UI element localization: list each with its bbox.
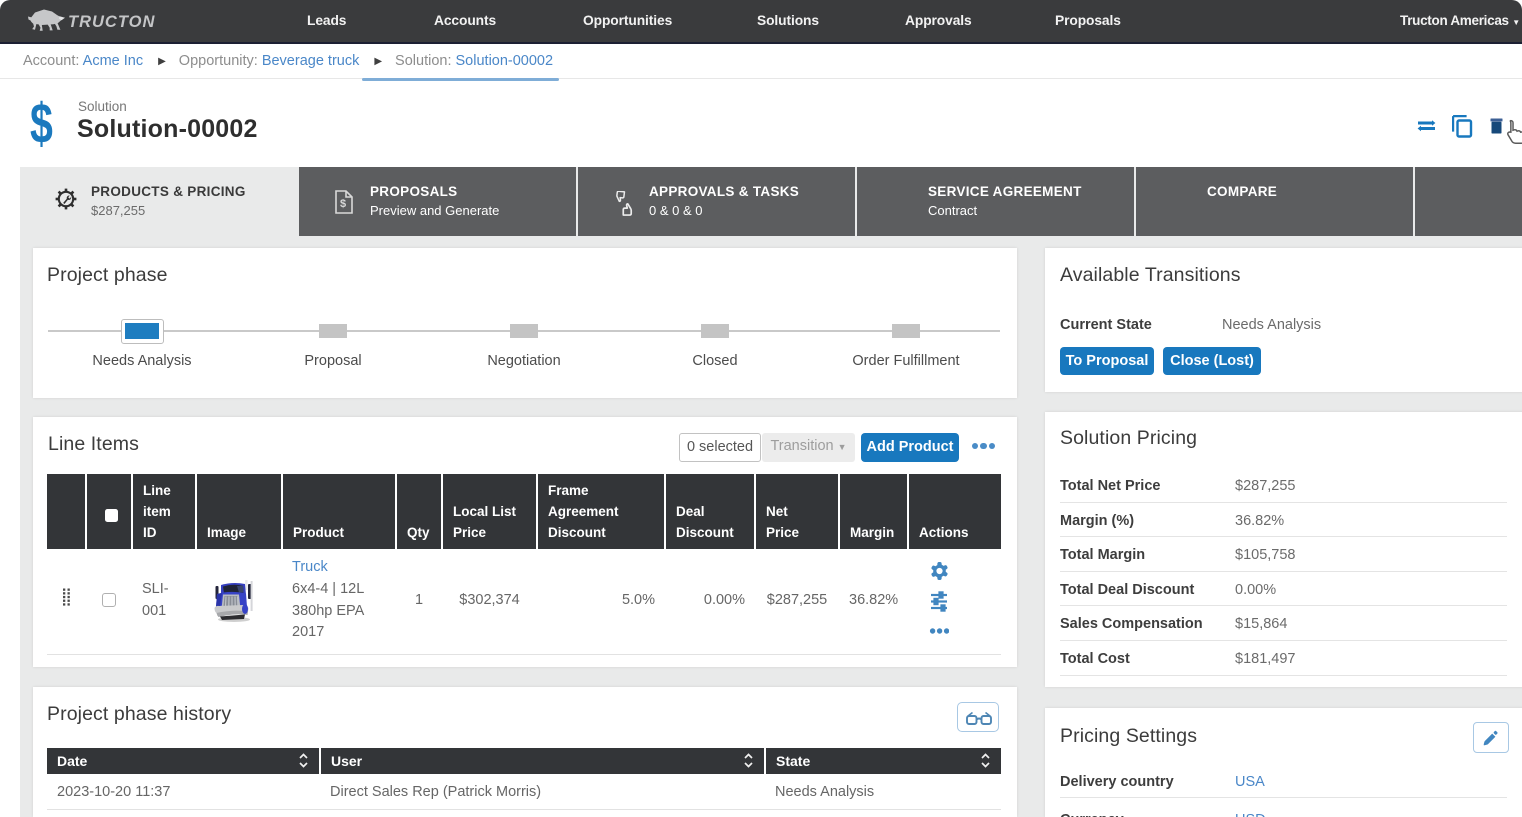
svg-text:$: $	[340, 198, 346, 210]
